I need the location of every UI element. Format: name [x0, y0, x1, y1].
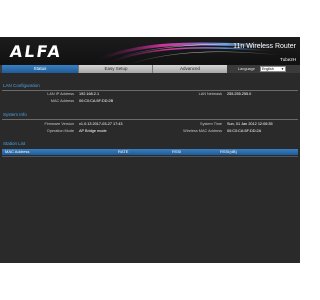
column-rssi-db: RSSI(dB): [220, 149, 237, 154]
alfa-logo: ALFA: [8, 42, 64, 61]
tab-easy-setup[interactable]: Easy Setup: [78, 65, 153, 73]
operation-mode-label: Operation Mode: [46, 129, 74, 133]
header-banner: ALFA 11n Wireless Router Tube2H: [0, 37, 300, 65]
lan-mac-label: MAC Address: [50, 99, 74, 103]
language-label: Language: [238, 67, 255, 71]
chevron-down-icon: ▼: [281, 67, 284, 71]
lan-mac-value: 00:C0:CA:5F:DD:2B: [79, 99, 114, 103]
lan-ip-value: 192.168.2.1: [79, 92, 100, 96]
lan-ip-label: LAN IP Address: [47, 92, 74, 96]
wireless-mac-label: Wireless MAC Address: [183, 129, 222, 133]
tab-advanced[interactable]: Advanced: [152, 65, 227, 73]
system-section-divider: [2, 119, 298, 120]
header-swoosh-graphic: [100, 42, 280, 65]
firmware-value: v1.0.13 2017-03-27 17:43: [79, 122, 123, 126]
wireless-mac-value: 00:C0:CA:5F:DD:2A: [227, 129, 262, 133]
system-time-value: Sun, 01 Jan 2012 12:06:35: [227, 122, 273, 126]
station-table-header: MAC Address RATE RSSI RSSI(dB): [2, 149, 298, 155]
main-tab-bar: Status Easy Setup Advanced Language Engl…: [0, 65, 300, 73]
router-name: Tube2H: [280, 57, 296, 62]
lan-section-divider: [2, 90, 298, 91]
lan-section-title: LAN Configuration: [3, 83, 40, 88]
column-rate: RATE: [118, 149, 129, 154]
lan-netmask-value: 255.255.255.0: [227, 92, 252, 96]
station-table-divider: [2, 156, 298, 157]
operation-mode-value: AP Bridge mode: [79, 129, 107, 133]
column-rssi: RSSI: [172, 149, 182, 154]
system-section-title: System Info: [3, 112, 27, 117]
router-title: 11n Wireless Router: [233, 43, 296, 50]
language-selected-value: English: [262, 67, 274, 71]
language-select[interactable]: English ▼: [260, 66, 286, 72]
system-time-label: System Time: [200, 122, 222, 126]
lan-netmask-label: LAN Netmask: [198, 92, 222, 96]
firmware-label: Firmware Version: [44, 122, 74, 126]
station-section-title: Station List: [3, 141, 26, 146]
tab-status[interactable]: Status: [2, 65, 78, 73]
router-page: ALFA 11n Wireless Router Tube2H Status E…: [0, 37, 300, 263]
column-mac-address: MAC Address: [5, 149, 30, 154]
